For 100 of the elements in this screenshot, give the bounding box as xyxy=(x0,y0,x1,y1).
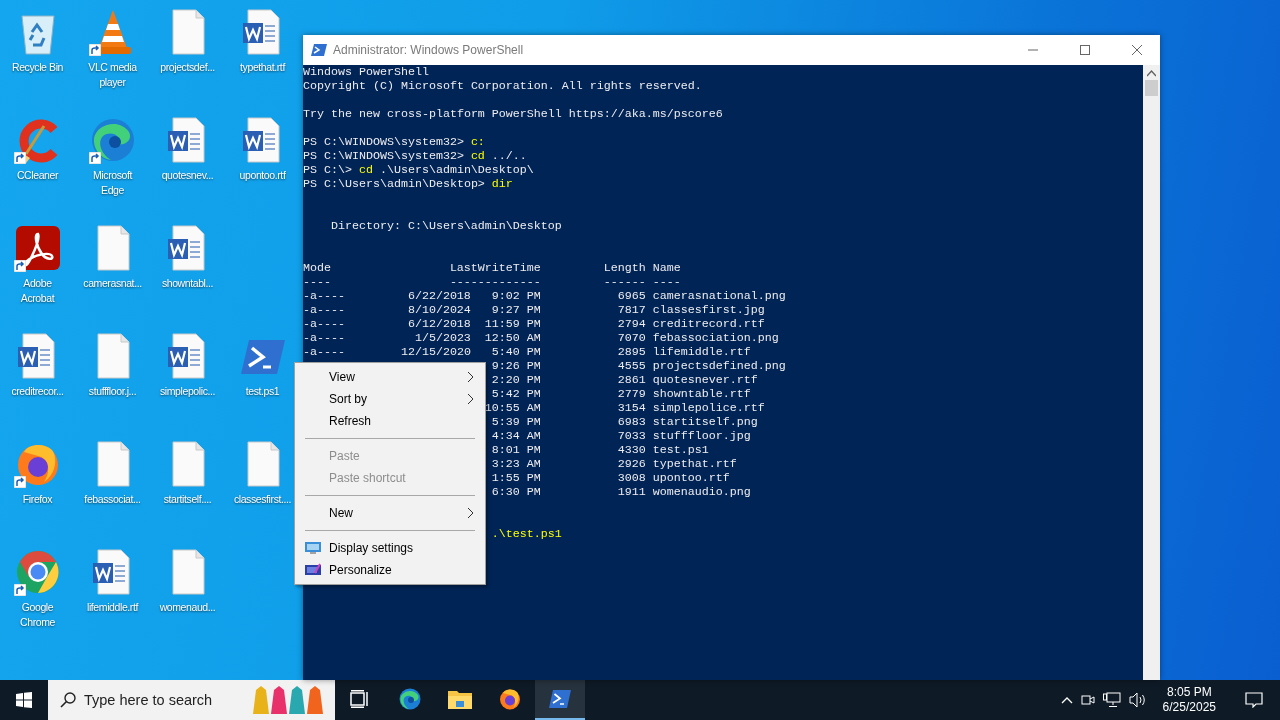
clock-time: 8:05 PM xyxy=(1166,685,1212,700)
desktop-icon-label[interactable]: typethat.rtf xyxy=(240,60,285,75)
browser-icon xyxy=(398,687,422,711)
length-cell: 7817 xyxy=(617,303,646,317)
desktop-icon-label[interactable]: CCleaner xyxy=(16,168,59,183)
terminal-icon xyxy=(548,689,572,709)
file-name-cell: lifemiddle.rtf xyxy=(652,345,751,359)
desktop-icon-label[interactable]: Google Chrome xyxy=(8,600,67,630)
search-field[interactable]: Type here to search xyxy=(84,692,244,708)
desktop-icon-label[interactable]: creditrecor... xyxy=(11,384,64,399)
file-name-cell: womenaudio.png xyxy=(652,485,751,499)
scroll-up-icon[interactable] xyxy=(1147,70,1156,78)
volume-icon[interactable] xyxy=(1128,692,1147,708)
mode-cell: -a---- xyxy=(303,317,345,331)
menu-item[interactable]: Personalize xyxy=(297,559,483,581)
pdf-icon xyxy=(13,224,62,272)
chevron-right-icon xyxy=(467,393,475,405)
prompt-text: PS C:\WINDOWS\system32> xyxy=(303,149,464,163)
desktop-icon-label[interactable]: startitself.... xyxy=(163,492,212,507)
directory-heading: Directory: C:\Users\admin\Desktop xyxy=(330,219,562,233)
column-header: Length xyxy=(603,261,646,275)
file-name-cell: test.ps1 xyxy=(652,443,709,457)
date-cell: 12/15/2020 xyxy=(400,345,471,359)
header-rule: ---- xyxy=(303,275,331,289)
time-cell: 11:59 PM xyxy=(484,317,541,331)
desktop-icon-label[interactable]: stufffloor.j... xyxy=(88,384,137,399)
monitor-brush-icon xyxy=(305,563,321,576)
date-cell: 6/12/2018 xyxy=(407,317,471,331)
time-cell: 9:27 PM xyxy=(491,303,541,317)
taskbar-button[interactable] xyxy=(535,680,585,720)
search-bar[interactable]: Type here to search xyxy=(48,680,335,720)
desktop-icon-label[interactable]: simplepolic... xyxy=(159,384,216,399)
camera-icon[interactable] xyxy=(1080,693,1095,707)
scroll-thumb[interactable] xyxy=(1145,80,1158,96)
time-cell: 9:26 PM xyxy=(491,359,541,373)
time-cell: 9:02 PM xyxy=(491,289,541,303)
desktop-icon-label[interactable]: febassociat... xyxy=(84,492,141,507)
network-icon[interactable] xyxy=(1102,692,1121,708)
speech-bubble-icon xyxy=(1245,692,1263,708)
length-cell: 3154 xyxy=(617,401,646,415)
desktop-icon-label[interactable]: Microsoft Edge xyxy=(83,168,142,198)
length-cell: 2895 xyxy=(617,345,646,359)
desktop-icon-label[interactable]: lifemiddle.rtf xyxy=(87,600,138,615)
search-icon xyxy=(60,692,76,708)
length-cell: 4330 xyxy=(617,443,646,457)
desktop-icon-label[interactable]: showntabl... xyxy=(161,276,214,291)
time-cell: 5:39 PM xyxy=(491,415,541,429)
desktop-icon-label[interactable]: womenaud... xyxy=(159,600,216,615)
file-name-cell: camerasnational.png xyxy=(652,289,786,303)
file-name-cell: simplepolice.rtf xyxy=(652,401,765,415)
desktop-icon-label[interactable]: Recycle Bin xyxy=(11,60,63,75)
mode-cell: -a---- xyxy=(303,303,345,317)
menu-item[interactable]: Display settings xyxy=(297,537,483,559)
menu-item[interactable]: New xyxy=(297,502,483,524)
close-icon xyxy=(1132,45,1142,55)
length-cell: 4555 xyxy=(617,359,646,373)
time-cell: 3:23 AM xyxy=(491,457,541,471)
file-name-cell: creditrecord.rtf xyxy=(652,317,765,331)
mode-cell: -a---- xyxy=(303,331,345,345)
chevron-right-icon xyxy=(467,371,475,383)
desktop-icon-label[interactable]: test.ps1 xyxy=(245,384,280,399)
length-cell: 2779 xyxy=(617,387,646,401)
chevron-up-icon[interactable] xyxy=(1060,696,1073,704)
date-cell: 6/22/2018 xyxy=(407,289,471,303)
time-cell: 5:40 PM xyxy=(491,345,541,359)
file-name-cell: stufffloor.jpg xyxy=(652,429,751,443)
clock[interactable]: 8:05 PM 6/25/2025 xyxy=(1154,685,1224,715)
prompt-text: PS C:\WINDOWS\system32> xyxy=(303,135,464,149)
menu-item[interactable]: View xyxy=(297,366,483,388)
menu-item[interactable]: Sort by xyxy=(297,388,483,410)
time-cell: 8:01 PM xyxy=(491,443,541,457)
menu-item[interactable]: Refresh xyxy=(297,410,483,432)
command-argument: .\Users\admin\Desktop\ xyxy=(379,163,534,177)
clock-date: 6/25/2025 xyxy=(1162,700,1216,715)
file-name-cell: upontoo.rtf xyxy=(652,471,730,485)
desktop-icon-label[interactable]: camerasnat... xyxy=(83,276,142,291)
desktop-icon-label[interactable]: VLC media player xyxy=(83,60,142,90)
windows-logo-icon xyxy=(16,692,32,708)
command-text: cd xyxy=(470,149,485,163)
length-cell: 6983 xyxy=(617,415,646,429)
chevron-right-icon xyxy=(467,507,475,519)
desktop-icon-label[interactable]: quotesnev... xyxy=(161,168,214,183)
file-name-cell: startitself.png xyxy=(652,415,758,429)
desktop-icon-label[interactable]: classesfirst.... xyxy=(233,492,292,507)
desktop-icon-label[interactable]: Firefox xyxy=(22,492,53,507)
time-cell: 12:50 AM xyxy=(484,331,541,345)
desktop-icon-label[interactable]: projectsdef... xyxy=(160,60,215,75)
command-argument: ../.. xyxy=(491,149,527,163)
desktop-icon-label[interactable]: upontoo.rtf xyxy=(239,168,286,183)
time-cell: 5:42 PM xyxy=(491,387,541,401)
mode-cell: -a---- xyxy=(303,345,345,359)
desktop-icon-label[interactable]: Adobe Acrobat xyxy=(8,276,67,306)
time-cell: 2:20 PM xyxy=(491,373,541,387)
file-name-cell: showntable.rtf xyxy=(652,387,751,401)
scrollbar[interactable] xyxy=(1143,65,1160,680)
prompt-text: PS C:\> xyxy=(303,163,352,177)
date-cell: 8/10/2024 xyxy=(407,303,471,317)
length-cell: 7033 xyxy=(617,429,646,443)
command-text: dir xyxy=(491,177,513,191)
length-cell: 6965 xyxy=(617,289,646,303)
